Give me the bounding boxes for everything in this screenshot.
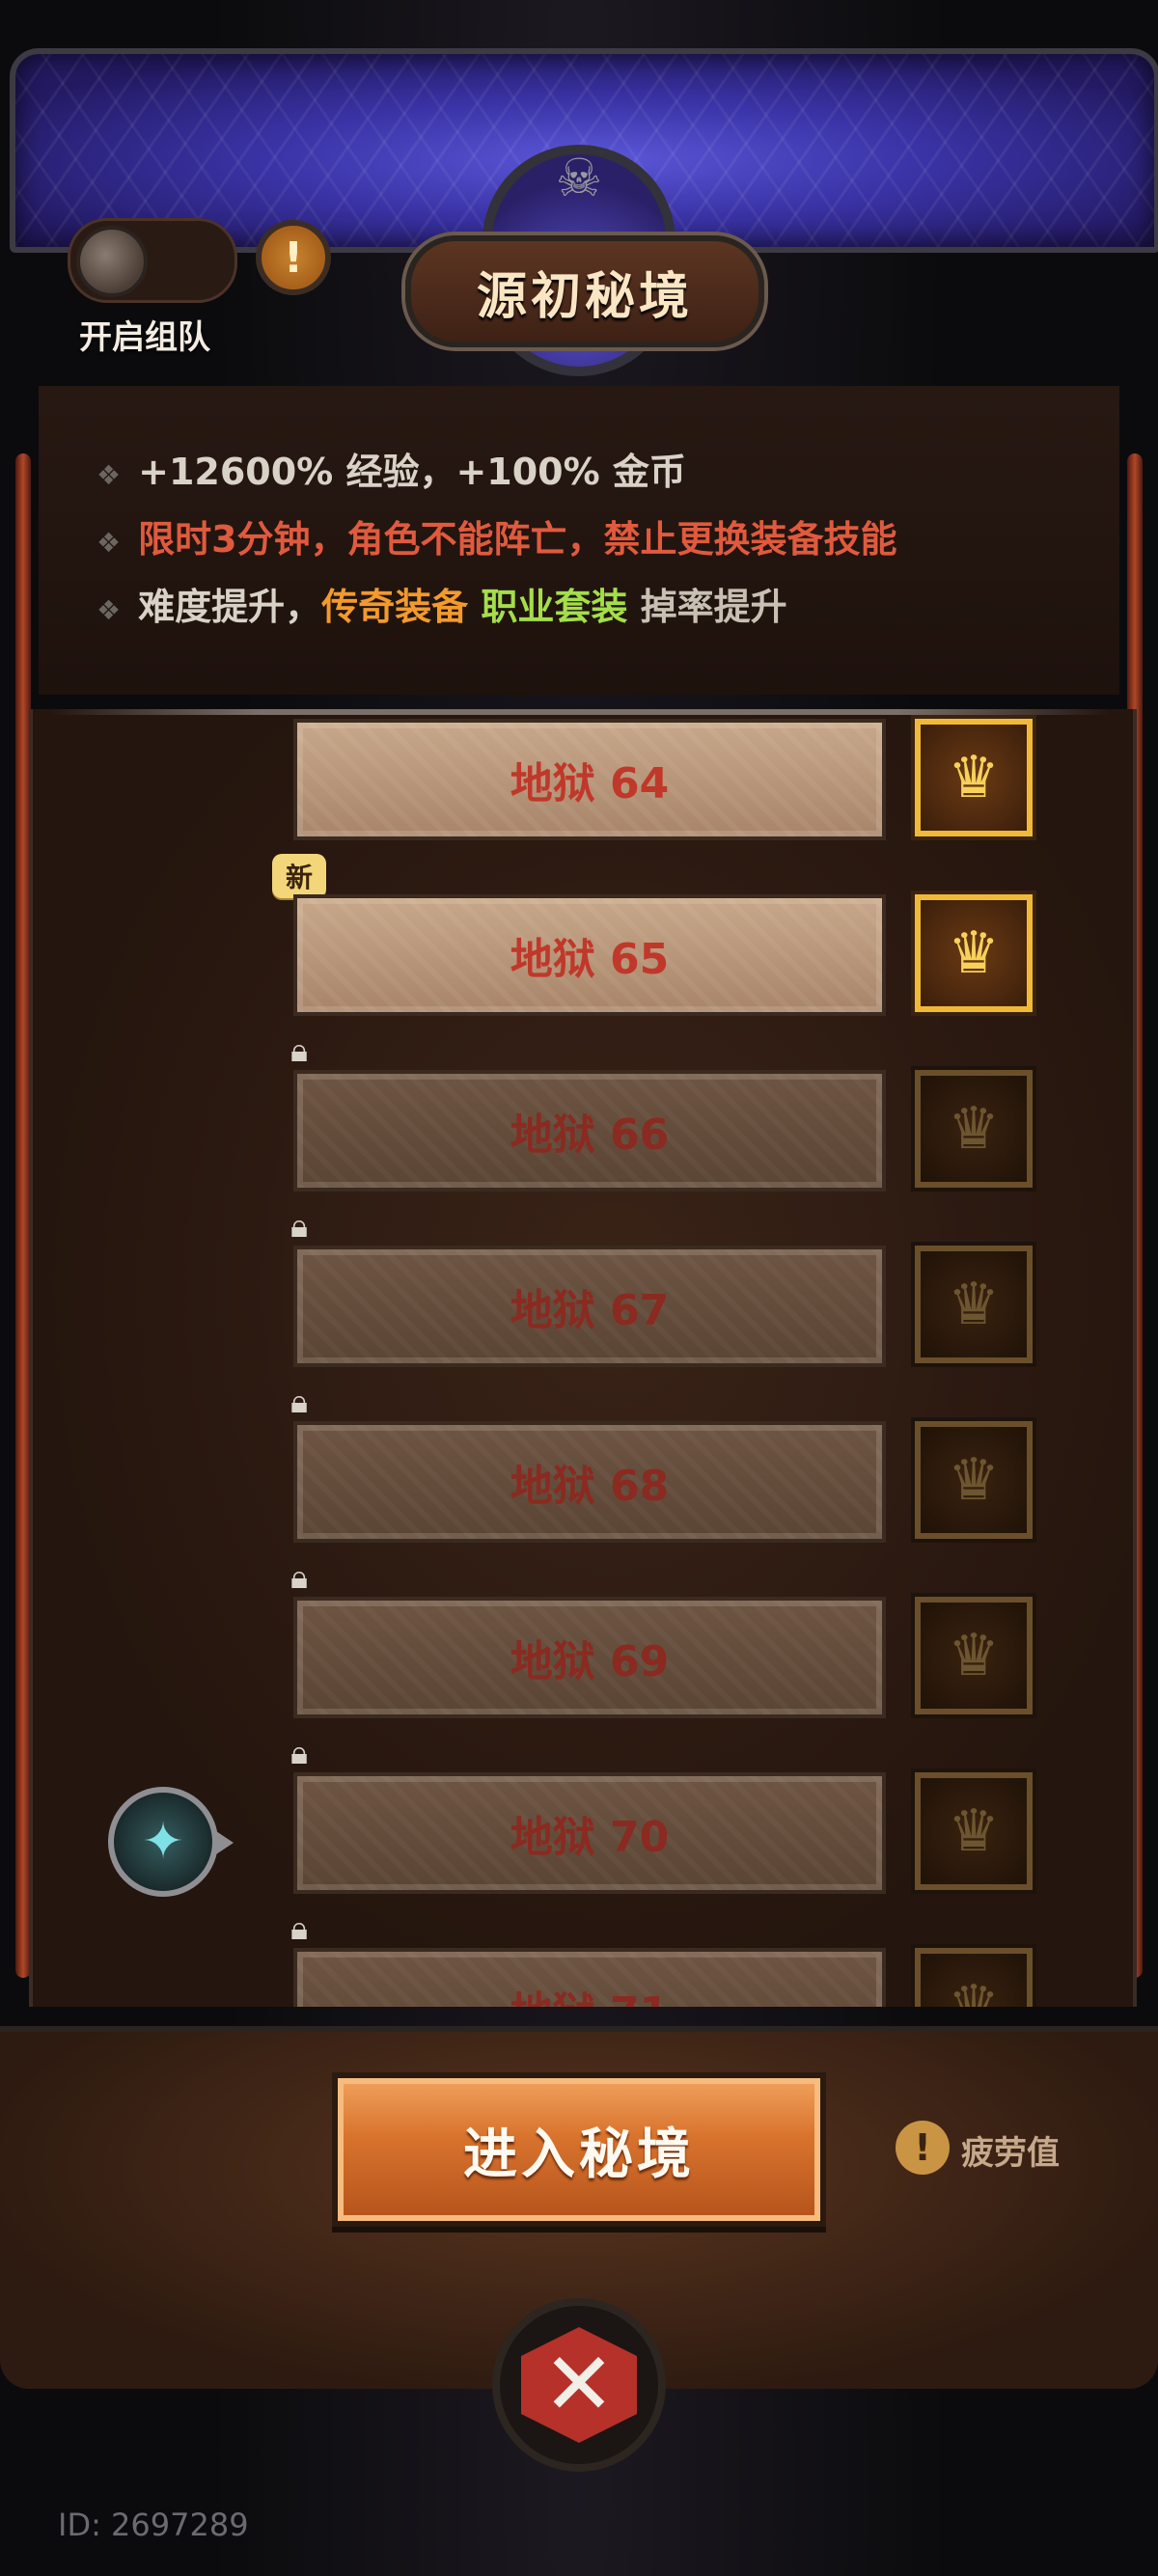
treasure-chest-icon[interactable]: ♛ [915, 1246, 1033, 1363]
bullet-icon: ❖ [96, 527, 122, 559]
pointer-tail [216, 1831, 234, 1854]
team-toggle[interactable] [68, 218, 237, 303]
team-toggle-label: 开启组队 [79, 318, 210, 357]
level-row[interactable]: 地狱 64 ♛ [33, 709, 1133, 844]
level-label: 地狱 64 [510, 759, 670, 808]
info-icon[interactable]: ! [256, 220, 331, 295]
lock-icon: 🔒︎ [290, 1734, 309, 1772]
level-label: 地狱 69 [510, 1637, 670, 1686]
level-row[interactable]: 🔒︎ 地狱 69 ♛ [33, 1558, 1133, 1722]
fatigue-label[interactable]: 疲劳值 [961, 2126, 1060, 2174]
level-label: 地狱 65 [510, 935, 670, 984]
enter-dungeon-label: 进入秘境 [463, 2123, 695, 2186]
rule-text-3-prefix: 难度提升， [138, 586, 322, 628]
toggle-knob [76, 226, 148, 297]
new-badge: 新 [272, 854, 326, 898]
lock-icon: 🔒︎ [290, 1383, 309, 1421]
level-button[interactable]: 地狱 64 [293, 719, 886, 840]
treasure-chest-icon[interactable]: ♛ [915, 1421, 1033, 1539]
level-button[interactable]: 地狱 70 [293, 1772, 886, 1894]
treasure-chest-icon[interactable]: ♛ [915, 1948, 1033, 2007]
level-row[interactable]: 🔒︎ 地狱 66 ♛ [33, 1031, 1133, 1195]
lock-icon: 🔒︎ [290, 1909, 309, 1948]
legendary-gear-text: 传奇装备 [321, 586, 469, 628]
lock-icon: 🔒︎ [290, 1031, 309, 1070]
page-title: 源初秘境 [476, 267, 693, 326]
treasure-chest-icon[interactable]: ♛ [915, 719, 1033, 836]
title-plaque: 源初秘境 [405, 235, 764, 347]
level-label: 地狱 70 [510, 1813, 670, 1862]
rule-text-2: 限时3分钟，角色不能阵亡，禁止更换装备技能 [138, 518, 897, 561]
lock-icon: 🔒︎ [290, 1207, 309, 1246]
lock-icon: 🔒︎ [290, 1558, 309, 1597]
treasure-chest-icon[interactable]: ♛ [915, 1597, 1033, 1714]
level-button[interactable]: 地狱 65 [293, 894, 886, 1016]
level-button[interactable]: 地狱 69 [293, 1597, 886, 1718]
current-position-chest-icon: ✦ [108, 1787, 218, 1897]
close-icon: ✕ [521, 2327, 637, 2443]
bullet-icon: ❖ [96, 459, 122, 491]
level-button[interactable]: 地狱 67 [293, 1246, 886, 1367]
rule-text-1: +12600% 经验，+100% 金币 [138, 451, 686, 493]
rule-text-3-suffix: 掉率提升 [640, 586, 787, 628]
level-button[interactable]: 地狱 68 [293, 1421, 886, 1543]
treasure-chest-icon[interactable]: ♛ [915, 1772, 1033, 1890]
rule-line-3: ❖ 难度提升，传奇装备 职业套装 掉率提升 [96, 577, 787, 630]
level-row[interactable]: 🔒︎ 地狱 68 ♛ [33, 1383, 1133, 1547]
skull-icon: ☠ [555, 148, 603, 208]
treasure-chest-icon[interactable]: ♛ [915, 894, 1033, 1012]
divider [48, 709, 1110, 715]
level-row[interactable]: 新 地狱 65 ♛ [33, 854, 1133, 1020]
level-button[interactable]: 地狱 71 [293, 1948, 886, 2007]
level-label: 地狱 68 [510, 1462, 670, 1511]
bullet-icon: ❖ [96, 594, 122, 626]
treasure-chest-icon[interactable]: ♛ [915, 1070, 1033, 1188]
rule-line-2: ❖ 限时3分钟，角色不能阵亡，禁止更换装备技能 [96, 509, 897, 562]
close-button[interactable]: ✕ [492, 2298, 666, 2472]
level-row[interactable]: 🔒︎ 地狱 67 ♛ [33, 1207, 1133, 1371]
level-label: 地狱 71 [510, 1978, 670, 2007]
level-label: 地狱 66 [510, 1110, 670, 1160]
class-set-text: 职业套装 [481, 586, 628, 628]
level-button[interactable]: 地狱 66 [293, 1070, 886, 1192]
rule-line-1: ❖ +12600% 经验，+100% 金币 [96, 442, 686, 495]
user-id: ID: 2697289 [58, 2507, 249, 2543]
enter-dungeon-button[interactable]: 进入秘境 [332, 2072, 826, 2227]
level-label: 地狱 67 [510, 1286, 670, 1335]
level-row[interactable]: 🔒︎ 地狱 71 ♛ [33, 1909, 1133, 2007]
fatigue-info-icon[interactable]: ! [896, 2121, 950, 2175]
